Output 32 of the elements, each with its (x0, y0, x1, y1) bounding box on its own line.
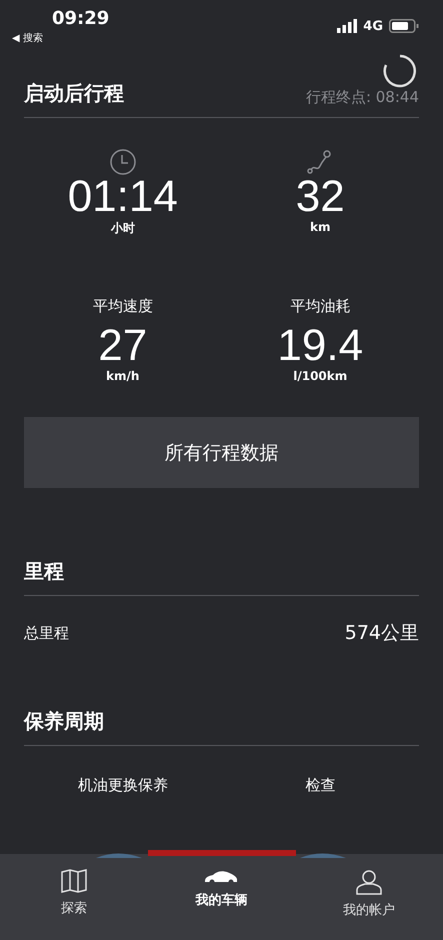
stat-label: 平均速度 (92, 297, 153, 315)
stat-unit: km (310, 220, 330, 234)
section-title: 启动后行程 (24, 80, 124, 107)
stat-unit: km/h (106, 369, 140, 383)
tab[interactable]: 我的帐户 (309, 868, 430, 940)
trip-end-time: 行程终点: 08:44 (306, 88, 419, 107)
network-label: 4G (363, 18, 383, 34)
section-title: 保养周期 (24, 708, 104, 735)
stat-label: 平均油耗 (290, 297, 350, 315)
status-time: 09:29 (51, 8, 110, 29)
signal-icon (337, 19, 358, 33)
loading-spinner-icon (383, 54, 417, 88)
maintenance-label: 检查 (304, 776, 336, 795)
clock-icon (108, 148, 137, 176)
tab[interactable]: 我的车辆 (161, 868, 282, 940)
row-value: 574公里 (344, 621, 419, 646)
section-title: 里程 (24, 558, 64, 585)
stat-value: 19.4 (277, 323, 364, 369)
row-label: 总里程 (24, 624, 69, 642)
battery-icon (389, 19, 419, 33)
stat-unit: 小时 (110, 220, 135, 237)
stat-unit: l/100km (293, 369, 348, 383)
map-icon (60, 869, 87, 893)
all-trip-data-button[interactable]: 所有行程数据 (24, 417, 419, 488)
stat-value: 32 (296, 174, 345, 220)
maintenance-label: 机油更换保养 (76, 776, 169, 795)
back-link[interactable]: ◀ 搜索 (12, 31, 110, 45)
car-icon (204, 869, 238, 885)
tab[interactable]: 探索 (14, 868, 134, 940)
stat-value: 27 (98, 323, 148, 369)
stat-value: 01:14 (68, 174, 178, 220)
user-icon (356, 869, 382, 895)
